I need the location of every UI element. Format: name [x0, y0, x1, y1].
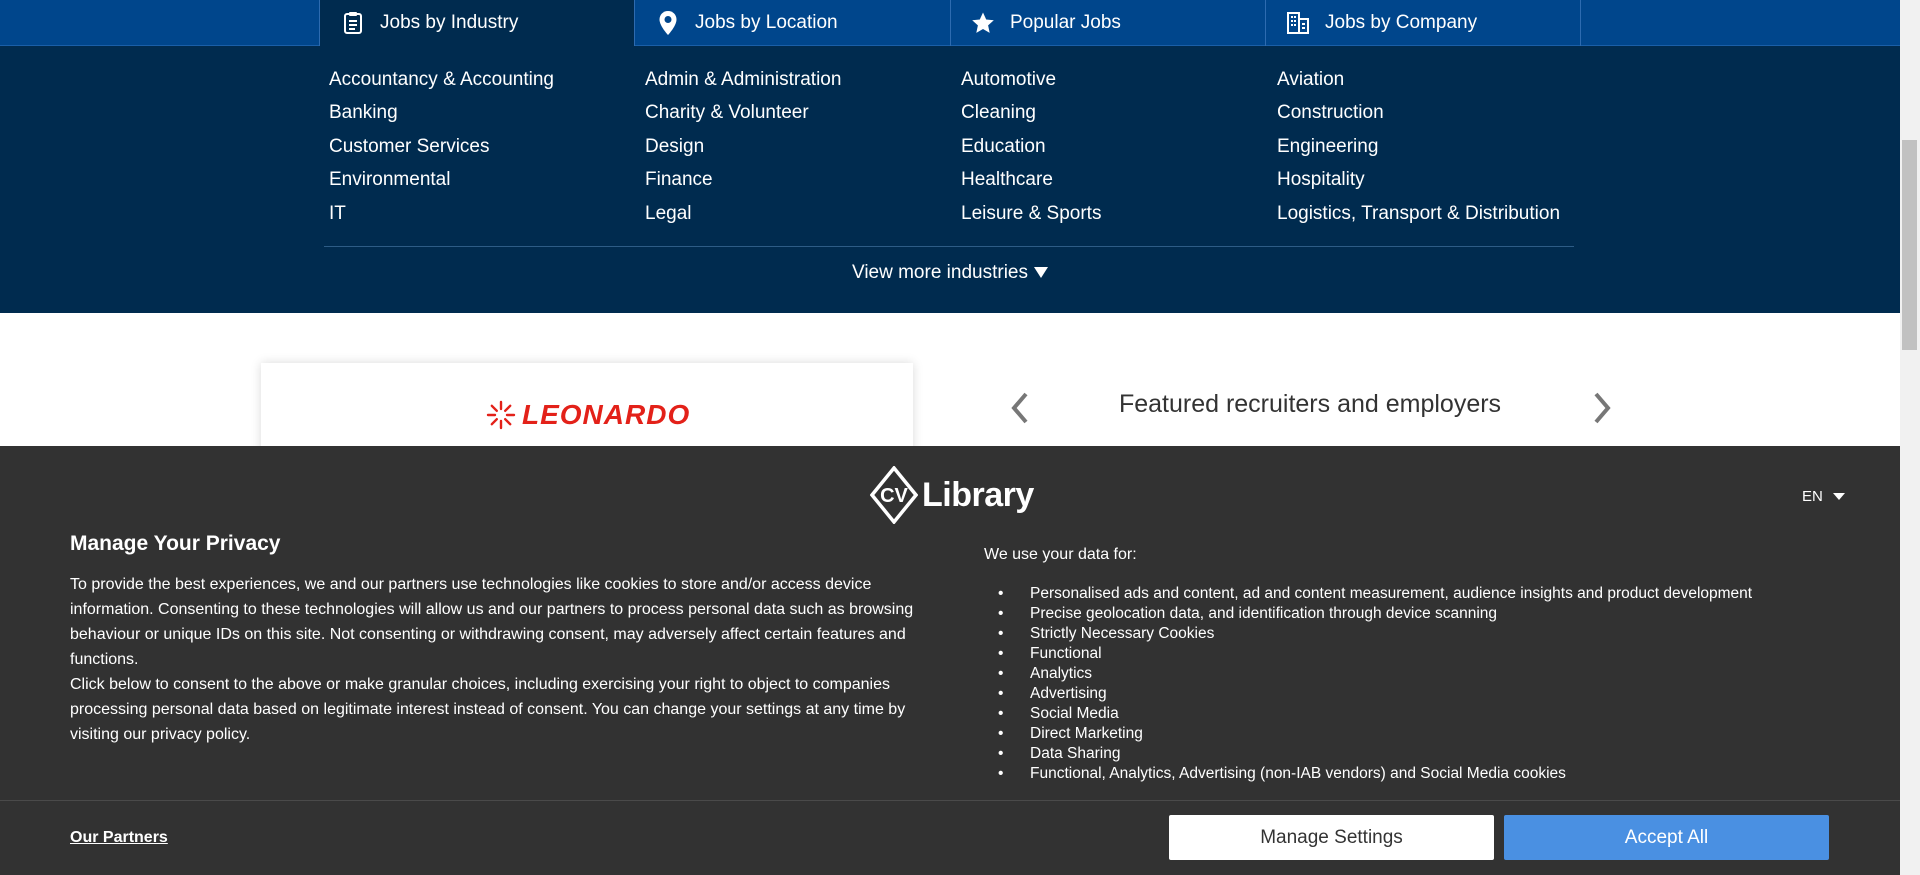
page-scrollbar[interactable]: [1900, 0, 1920, 875]
featured-title: Featured recruiters and employers: [1118, 390, 1502, 418]
star-icon: [970, 10, 996, 36]
industry-link[interactable]: IT: [329, 200, 645, 233]
industry-link[interactable]: Automotive: [961, 66, 1277, 99]
list-item: Analytics: [998, 664, 1752, 684]
privacy-title: Manage Your Privacy: [70, 532, 281, 555]
leonardo-emblem-icon: [486, 400, 516, 430]
data-uses-list: Personalised ads and content, ad and con…: [998, 584, 1752, 784]
industry-tab-bar: Jobs by Industry Jobs by Location Popula…: [0, 0, 1900, 46]
map-pin-icon: [655, 10, 681, 36]
list-item: Social Media: [998, 704, 1752, 724]
cv-logo-mark-icon: CV: [870, 466, 918, 524]
industry-link[interactable]: Construction: [1277, 99, 1593, 132]
leonardo-logo: LEONARDO: [486, 399, 690, 431]
industry-link[interactable]: Banking: [329, 99, 645, 132]
industry-link[interactable]: Education: [961, 133, 1277, 166]
our-partners-link[interactable]: Our Partners: [70, 829, 168, 847]
industry-link[interactable]: Admin & Administration: [645, 66, 961, 99]
triangle-down-icon: [1034, 267, 1048, 279]
language-selector[interactable]: EN: [1802, 488, 1845, 505]
industry-link[interactable]: Logistics, Transport & Distribution: [1277, 200, 1593, 233]
view-more-industries-link[interactable]: View more industries: [0, 262, 1900, 284]
svg-text:CV: CV: [880, 485, 908, 507]
industry-link[interactable]: Legal: [645, 200, 961, 233]
scrollbar-thumb[interactable]: [1902, 140, 1917, 350]
cv-library-logo: CV Library: [870, 466, 1034, 524]
tab-label: Jobs by Industry: [380, 12, 519, 33]
industry-link[interactable]: Hospitality: [1277, 166, 1593, 199]
list-item: Functional, Analytics, Advertising (non-…: [998, 764, 1752, 784]
list-item: Functional: [998, 644, 1752, 664]
industry-link[interactable]: Healthcare: [961, 166, 1277, 199]
list-item: Data Sharing: [998, 744, 1752, 764]
industry-link[interactable]: Environmental: [329, 166, 645, 199]
industry-link[interactable]: Design: [645, 133, 961, 166]
tab-popular-jobs[interactable]: Popular Jobs: [950, 0, 1266, 46]
tab-jobs-by-location[interactable]: Jobs by Location: [635, 0, 951, 46]
cv-logo-text: Library: [922, 475, 1034, 514]
clipboard-icon: [340, 10, 366, 36]
industry-link[interactable]: Cleaning: [961, 99, 1277, 132]
building-icon: [1285, 10, 1311, 36]
list-item: Strictly Necessary Cookies: [998, 624, 1752, 644]
tab-label: Popular Jobs: [1010, 12, 1121, 33]
footer-divider: [0, 800, 1900, 801]
accept-all-button[interactable]: Accept All: [1504, 815, 1829, 860]
panel-divider: [324, 246, 1574, 247]
industry-grid: Accountancy & Accounting Admin & Adminis…: [329, 66, 1589, 233]
carousel-next-button[interactable]: [1587, 388, 1617, 428]
tab-jobs-by-company[interactable]: Jobs by Company: [1265, 0, 1581, 46]
tab-jobs-by-industry[interactable]: Jobs by Industry: [319, 0, 635, 46]
tab-label: Jobs by Company: [1325, 12, 1478, 33]
tab-label: Jobs by Location: [695, 12, 838, 33]
data-uses-title: We use your data for:: [984, 546, 1137, 563]
caret-down-icon: [1832, 493, 1845, 500]
industry-link[interactable]: Charity & Volunteer: [645, 99, 961, 132]
industry-link[interactable]: Engineering: [1277, 133, 1593, 166]
privacy-consent-banner: CV Library EN Manage Your Privacy To pro…: [0, 446, 1900, 875]
industry-link[interactable]: Finance: [645, 166, 961, 199]
industry-link[interactable]: Leisure & Sports: [961, 200, 1277, 233]
industry-link[interactable]: Accountancy & Accounting: [329, 66, 645, 99]
manage-settings-button[interactable]: Manage Settings: [1169, 815, 1494, 860]
list-item: Personalised ads and content, ad and con…: [998, 584, 1752, 604]
list-item: Advertising: [998, 684, 1752, 704]
list-item: Direct Marketing: [998, 724, 1752, 744]
industry-link[interactable]: Customer Services: [329, 133, 645, 166]
industry-panel: Accountancy & Accounting Admin & Adminis…: [0, 46, 1900, 313]
leonardo-logo-text: LEONARDO: [522, 399, 691, 430]
privacy-description: To provide the best experiences, we and …: [70, 576, 914, 668]
chevron-right-icon: [1594, 392, 1611, 424]
privacy-consent-text: Click below to consent to the above or m…: [70, 676, 906, 743]
list-item: Precise geolocation data, and identifica…: [998, 604, 1752, 624]
language-label: EN: [1802, 488, 1823, 505]
industry-link[interactable]: Aviation: [1277, 66, 1593, 99]
view-more-label: View more industries: [851, 262, 1028, 283]
